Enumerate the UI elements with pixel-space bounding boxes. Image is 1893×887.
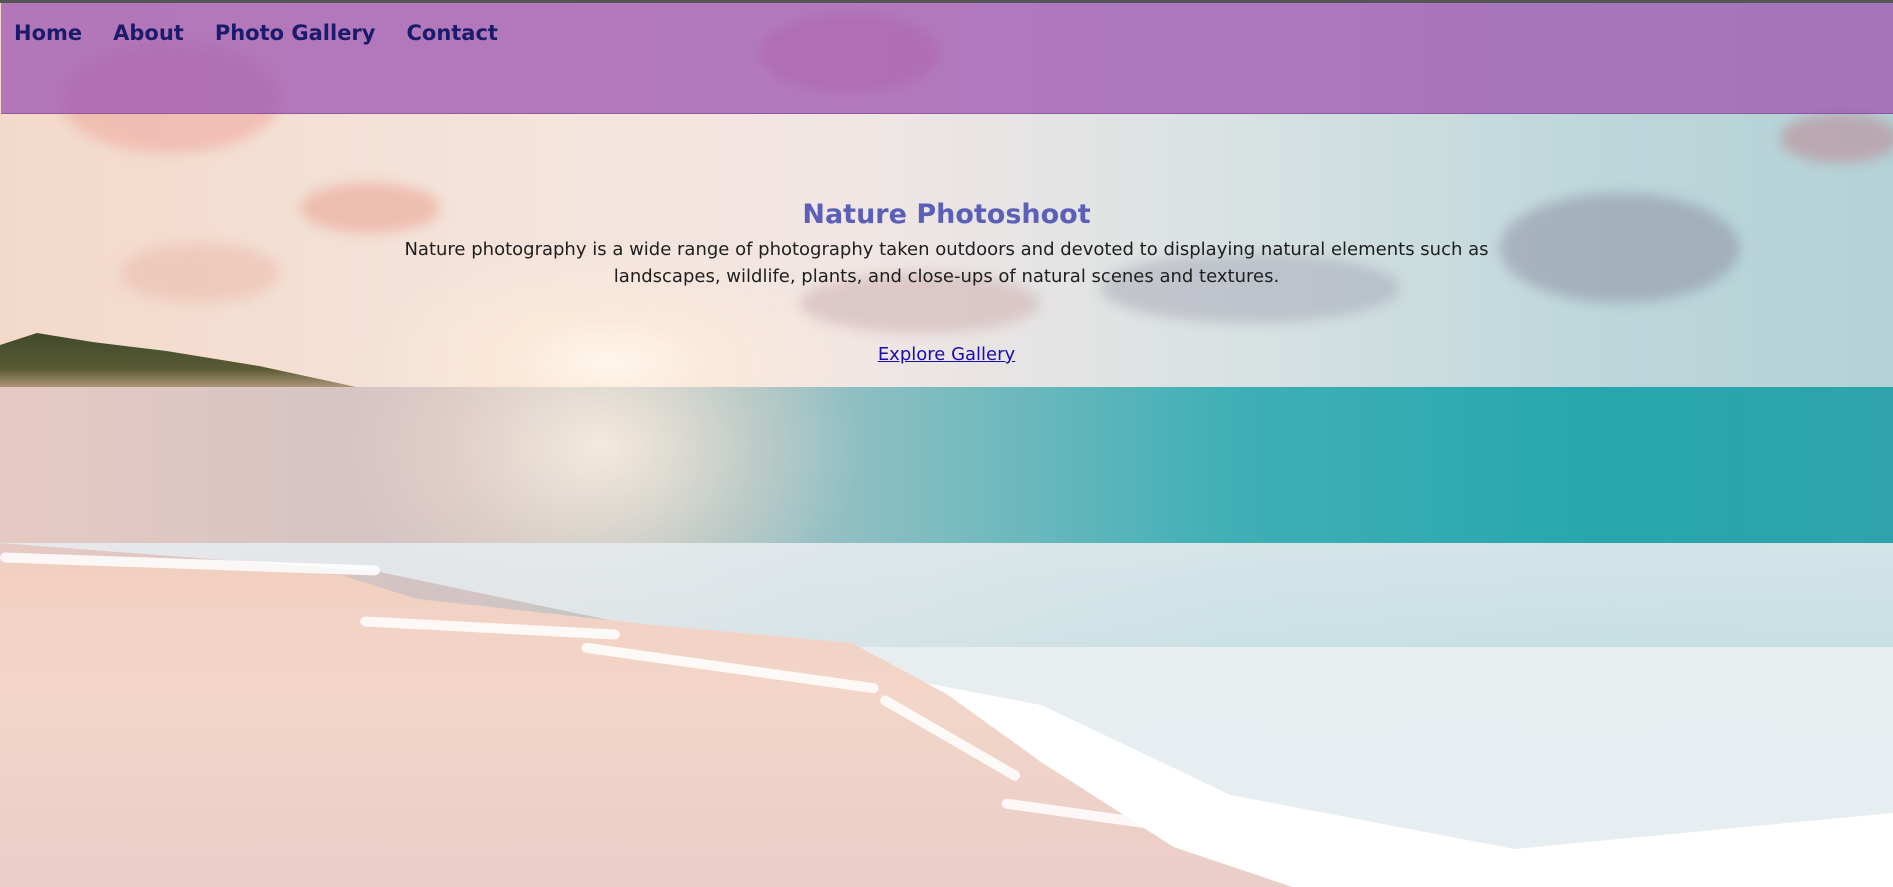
page: Home About Photo Gallery Contact Nature … (0, 0, 1893, 887)
nav-list: Home About Photo Gallery Contact (1, 3, 1893, 45)
nav-item-about: About (113, 21, 215, 45)
cloud (1780, 113, 1893, 163)
nav-link-about[interactable]: About (113, 21, 184, 45)
navbar: Home About Photo Gallery Contact (1, 3, 1893, 114)
hero-section: Nature Photoshoot Nature photography is … (0, 198, 1893, 365)
hero-title: Nature Photoshoot (802, 199, 1091, 230)
nav-link-photo-gallery[interactable]: Photo Gallery (215, 21, 376, 45)
hero-description: Nature photography is a wide range of ph… (404, 239, 1489, 287)
explore-gallery-link[interactable]: Explore Gallery (878, 344, 1015, 365)
nav-item-photo-gallery: Photo Gallery (215, 21, 407, 45)
background-beach-image (0, 3, 1893, 887)
nav-item-contact: Contact (406, 21, 529, 45)
nav-item-home: Home (14, 21, 113, 45)
nav-link-contact[interactable]: Contact (406, 21, 498, 45)
nav-link-home[interactable]: Home (14, 21, 82, 45)
